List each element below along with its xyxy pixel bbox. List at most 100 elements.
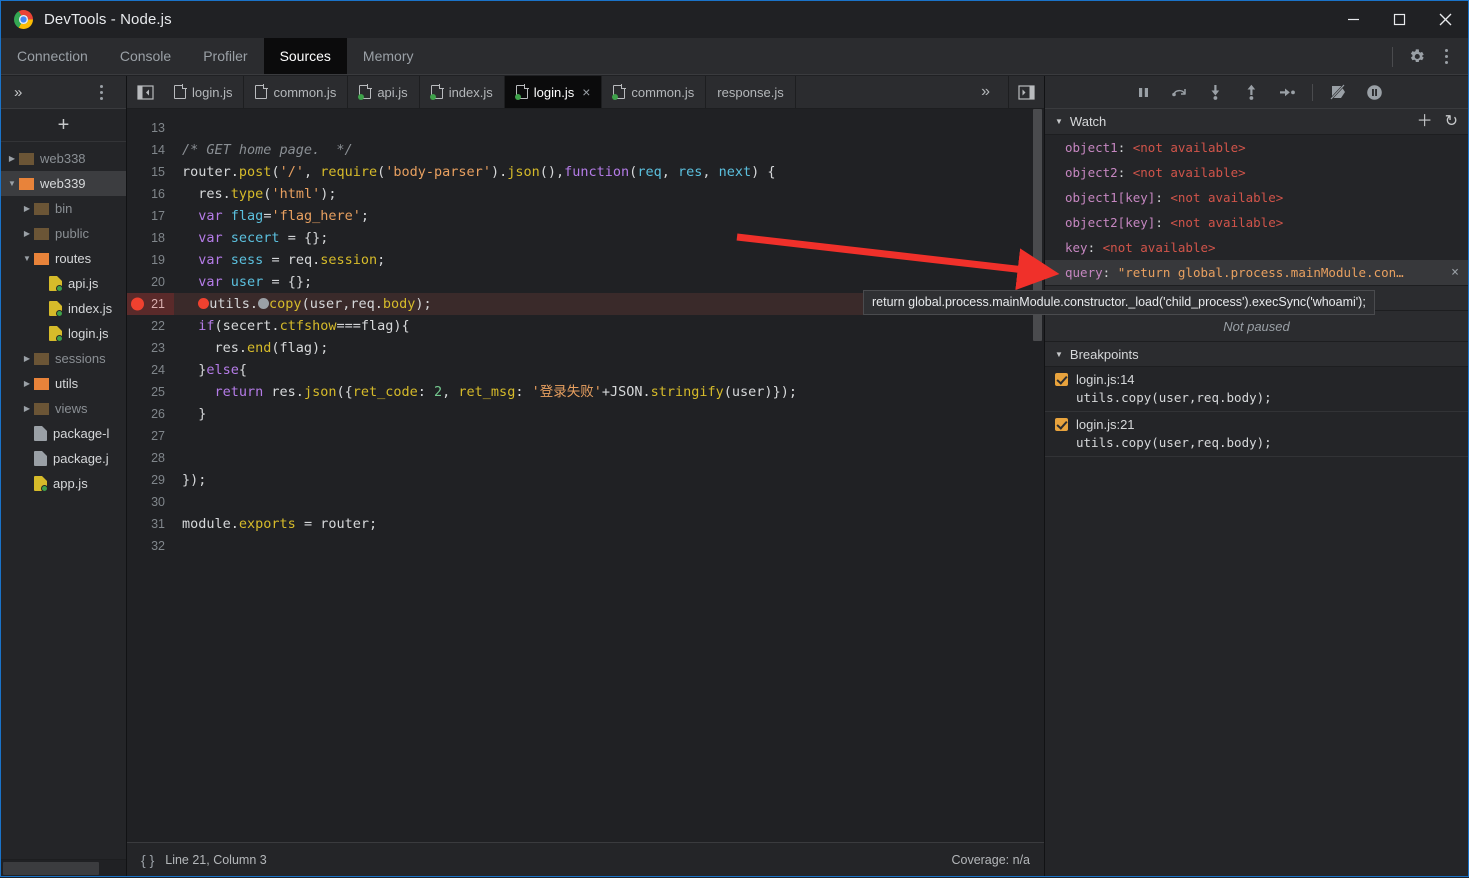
line-number[interactable]: 18 (127, 227, 174, 249)
tree-item-bin[interactable]: ▶bin (1, 196, 126, 221)
tree-item-package-j[interactable]: ▶package.j (1, 446, 126, 471)
code-line[interactable]: }); (174, 469, 1044, 491)
watch-item[interactable]: object2: <not available> (1045, 160, 1468, 185)
tree-item-web339[interactable]: ▼web339 (1, 171, 126, 196)
tree-item-index-js[interactable]: ▶index.js (1, 296, 126, 321)
tree-item-sessions[interactable]: ▶sessions (1, 346, 126, 371)
editor-tab-response-js-6[interactable]: response.js (706, 76, 795, 108)
line-number[interactable]: 16 (127, 183, 174, 205)
line-number[interactable]: 32 (127, 535, 174, 557)
tree-item-public[interactable]: ▶public (1, 221, 126, 246)
chevron-right-icon[interactable]: ▶ (20, 229, 34, 238)
breakpoint-checkbox[interactable] (1055, 373, 1068, 386)
line-number[interactable]: 31 (127, 513, 174, 535)
step-out-icon[interactable] (1240, 81, 1262, 103)
watch-item[interactable]: object2[key]: <not available> (1045, 210, 1468, 235)
tab-memory[interactable]: Memory (347, 38, 430, 74)
navigator-horizontal-scrollbar[interactable] (1, 859, 126, 876)
line-number[interactable]: 28 (127, 447, 174, 469)
plus-icon[interactable]: ＋ (1417, 114, 1433, 130)
editor-tab-login-js-4[interactable]: login.js× (505, 76, 603, 108)
panel-left-toggle-icon[interactable] (127, 76, 163, 108)
code-line[interactable]: return res.json({ret_code: 2, ret_msg: '… (174, 381, 1044, 403)
line-number[interactable]: 14 (127, 139, 174, 161)
chevron-right-icon[interactable]: ▶ (20, 354, 34, 363)
line-number[interactable]: 29 (127, 469, 174, 491)
panel-right-toggle-icon[interactable] (1008, 76, 1044, 108)
inline-breakpoint-disabled-icon[interactable] (258, 298, 269, 309)
code-line[interactable]: module.exports = router; (174, 513, 1044, 535)
editor-vertical-scrollbar[interactable] (1031, 109, 1044, 842)
tree-item-package-l[interactable]: ▶package-l (1, 421, 126, 446)
chevron-right-icon[interactable]: ▶ (20, 204, 34, 213)
code-line[interactable] (174, 117, 1044, 139)
breakpoint-marker-icon[interactable] (131, 298, 144, 311)
tree-item-login-js[interactable]: ▶login.js (1, 321, 126, 346)
minimize-icon[interactable] (1330, 1, 1376, 38)
tree-item-utils[interactable]: ▶utils (1, 371, 126, 396)
deactivate-breakpoints-icon[interactable] (1327, 81, 1349, 103)
chevron-right-icon[interactable]: ▶ (5, 154, 19, 163)
chevron-right-icon[interactable]: ▶ (20, 379, 34, 388)
step-icon[interactable] (1276, 81, 1298, 103)
editor-tab-login-js-0[interactable]: login.js (163, 76, 244, 108)
line-number-gutter[interactable]: 1314151617181920212223242526272829303132 (127, 109, 174, 842)
chevron-double-right-icon[interactable]: » (14, 85, 20, 100)
line-number[interactable]: 26 (127, 403, 174, 425)
scrollbar-thumb[interactable] (3, 862, 99, 875)
line-number[interactable]: 17 (127, 205, 174, 227)
code-line[interactable] (174, 535, 1044, 557)
line-number[interactable]: 13 (127, 117, 174, 139)
kebab-menu-icon[interactable] (1432, 43, 1460, 71)
editor-tab-index-js-3[interactable]: index.js (420, 76, 505, 108)
add-folder-button[interactable]: + (1, 109, 126, 142)
tree-item-api-js[interactable]: ▶api.js (1, 271, 126, 296)
code-line[interactable]: if(secert.ctfshow===flag){ (174, 315, 1044, 337)
code-line[interactable] (174, 447, 1044, 469)
close-tab-icon[interactable]: × (582, 85, 590, 99)
code-line[interactable] (174, 425, 1044, 447)
kebab-menu-icon[interactable] (87, 78, 115, 106)
line-number[interactable]: 20 (127, 271, 174, 293)
code-line[interactable] (174, 491, 1044, 513)
line-number[interactable]: 15 (127, 161, 174, 183)
breakpoint-checkbox[interactable] (1055, 418, 1068, 431)
breakpoint-item[interactable]: login.js:21utils.copy(user,req.body); (1045, 412, 1468, 457)
breakpoint-item[interactable]: login.js:14utils.copy(user,req.body); (1045, 367, 1468, 412)
watch-item[interactable]: object1: <not available> (1045, 135, 1468, 160)
code-line[interactable]: } (174, 403, 1044, 425)
line-number[interactable]: 22 (127, 315, 174, 337)
tree-item-routes[interactable]: ▼routes (1, 246, 126, 271)
watch-section-header[interactable]: ▼ Watch ＋ ↻ (1045, 109, 1468, 135)
code-line[interactable]: }else{ (174, 359, 1044, 381)
line-number[interactable]: 25 (127, 381, 174, 403)
line-number[interactable]: 19 (127, 249, 174, 271)
editor-tab-api-js-2[interactable]: api.js (348, 76, 419, 108)
line-number[interactable]: 24 (127, 359, 174, 381)
chevron-double-right-icon[interactable]: » (963, 76, 1008, 108)
inline-breakpoint-icon[interactable] (198, 298, 209, 309)
editor-tab-common-js-1[interactable]: common.js (244, 76, 348, 108)
editor-tab-common-js-5[interactable]: common.js (602, 76, 706, 108)
code-line[interactable]: var sess = req.session; (174, 249, 1044, 271)
chevron-down-icon[interactable]: ▼ (5, 179, 19, 188)
remove-watch-icon[interactable]: × (1451, 260, 1459, 285)
tab-connection[interactable]: Connection (1, 38, 104, 74)
code-scroll-container[interactable]: /* GET home page. */router.post('/', req… (174, 109, 1044, 842)
code-line[interactable]: var flag='flag_here'; (174, 205, 1044, 227)
code-editor[interactable]: 1314151617181920212223242526272829303132… (127, 109, 1044, 842)
code-line[interactable]: res.end(flag); (174, 337, 1044, 359)
watch-item[interactable]: object1[key]: <not available> (1045, 185, 1468, 210)
step-over-icon[interactable] (1168, 81, 1190, 103)
watch-item[interactable]: ▶query: "return global.process.mainModul… (1045, 260, 1468, 285)
tree-item-app-js[interactable]: ▶app.js (1, 471, 126, 496)
line-number[interactable]: 27 (127, 425, 174, 447)
step-into-icon[interactable] (1204, 81, 1226, 103)
source-code[interactable]: /* GET home page. */router.post('/', req… (174, 109, 1044, 557)
code-line[interactable]: var secert = {}; (174, 227, 1044, 249)
pause-icon[interactable] (1132, 81, 1154, 103)
tree-item-views[interactable]: ▶views (1, 396, 126, 421)
breakpoints-section-header[interactable]: ▼ Breakpoints (1045, 341, 1468, 367)
line-number[interactable]: 21 (127, 293, 174, 315)
tab-sources[interactable]: Sources (264, 38, 347, 74)
